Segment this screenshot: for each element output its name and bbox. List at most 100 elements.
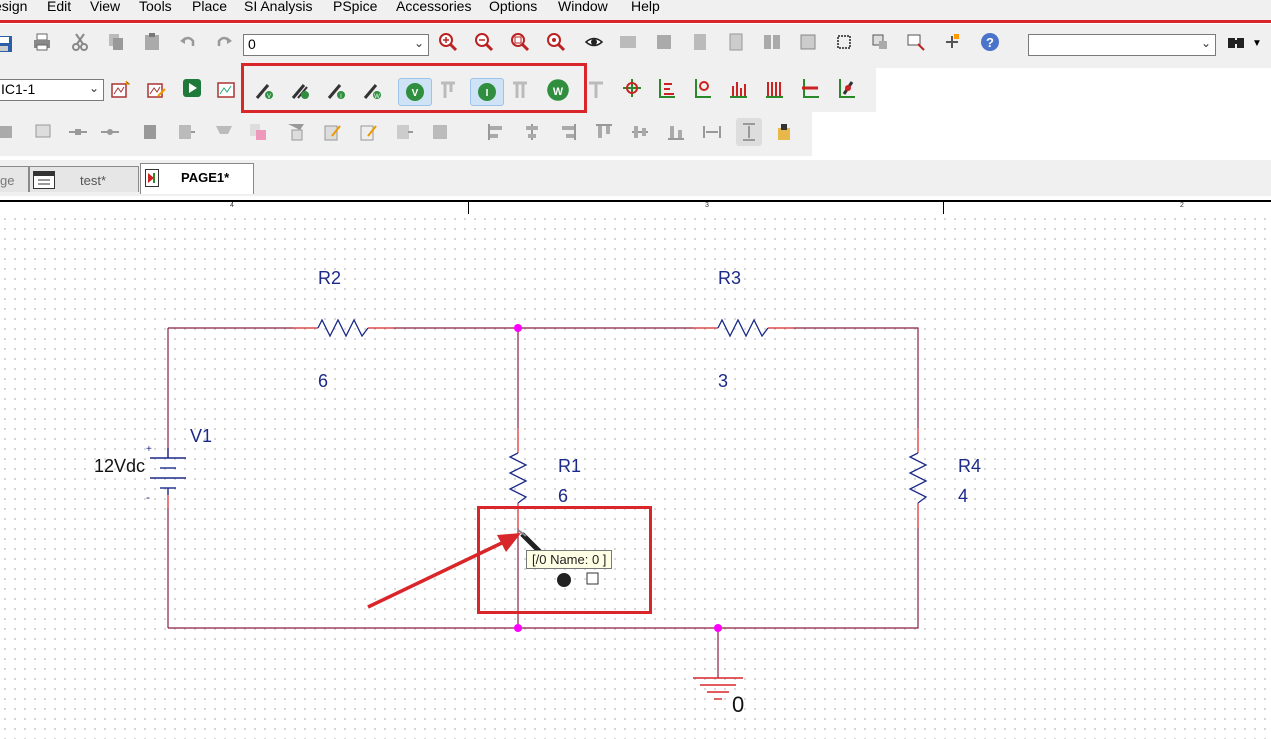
schematic-canvas[interactable]: R2 6 R3 3 R1 6 R4 4 V1 12Vdc + - 0 [/0 N… bbox=[0, 214, 1271, 739]
undo-icon[interactable] bbox=[178, 32, 198, 52]
print-icon[interactable] bbox=[32, 32, 52, 52]
marker-plot-icon-4[interactable] bbox=[728, 78, 748, 98]
menu-options[interactable]: Options bbox=[489, 0, 537, 14]
place-part-icon[interactable] bbox=[0, 122, 16, 142]
marker-plot-icon-1[interactable] bbox=[622, 78, 642, 98]
place-net-alias-icon[interactable] bbox=[100, 122, 120, 142]
zoom-area-icon[interactable] bbox=[510, 32, 530, 52]
resistor-r2-symbol[interactable] bbox=[317, 318, 369, 338]
ground-label[interactable]: 0 bbox=[732, 692, 744, 718]
tab-page1[interactable]: PAGE1* bbox=[140, 163, 254, 194]
menu-view[interactable]: View bbox=[90, 0, 120, 14]
align-left-icon[interactable] bbox=[486, 122, 506, 142]
component-value-r3[interactable]: 3 bbox=[718, 371, 728, 392]
distribute-horizontal-icon[interactable] bbox=[702, 122, 722, 142]
redo-icon[interactable] bbox=[214, 32, 234, 52]
cut-icon[interactable] bbox=[70, 32, 90, 52]
eye-icon[interactable] bbox=[584, 32, 604, 52]
part-icon[interactable] bbox=[618, 32, 638, 52]
svg-text:?: ? bbox=[986, 35, 994, 50]
align-middle-icon[interactable] bbox=[630, 122, 650, 142]
component-ref-r3[interactable]: R3 bbox=[718, 268, 741, 289]
component-value-r1[interactable]: 6 bbox=[558, 486, 568, 507]
marker-plot-icon-6[interactable] bbox=[800, 78, 820, 98]
toolbar-row-1: 0 ⌄ ? ⌄ ▼ bbox=[0, 24, 1271, 68]
resistor-r4-symbol[interactable] bbox=[908, 452, 928, 504]
place-power-icon[interactable] bbox=[140, 122, 160, 142]
probe-location-highlight bbox=[477, 506, 652, 614]
resistor-r1-symbol[interactable] bbox=[508, 452, 528, 504]
zoom-in-icon[interactable] bbox=[438, 32, 458, 52]
place-bus-icon[interactable] bbox=[34, 122, 54, 142]
menu-design[interactable]: esign bbox=[0, 0, 27, 14]
component-ref-v1[interactable]: V1 bbox=[190, 426, 212, 447]
bias-power-toggle-icon[interactable] bbox=[586, 80, 606, 100]
menu-pspice[interactable]: PSpice bbox=[333, 0, 377, 14]
align-center-icon[interactable] bbox=[522, 122, 542, 142]
marker-plot-icon-2[interactable] bbox=[656, 78, 676, 98]
component-value-r2[interactable]: 6 bbox=[318, 371, 328, 392]
report-icon[interactable] bbox=[798, 32, 818, 52]
align-top-icon[interactable] bbox=[594, 122, 614, 142]
marker-plot-icon-3[interactable] bbox=[692, 78, 712, 98]
binoculars-icon[interactable] bbox=[1226, 32, 1246, 52]
place-ground-icon[interactable] bbox=[176, 122, 196, 142]
place-off-page-icon[interactable] bbox=[286, 122, 306, 142]
menu-tools[interactable]: Tools bbox=[139, 0, 172, 14]
menu-edit[interactable]: Edit bbox=[47, 0, 71, 14]
place-no-connect-icon[interactable] bbox=[214, 122, 234, 142]
menu-help[interactable]: Help bbox=[631, 0, 660, 14]
align-right-icon[interactable] bbox=[558, 122, 578, 142]
place-rectangle-icon[interactable] bbox=[394, 122, 414, 142]
component-ref-r4[interactable]: R4 bbox=[958, 456, 981, 477]
component-ref-r1[interactable]: R1 bbox=[558, 456, 581, 477]
new-simulation-profile-icon[interactable] bbox=[110, 80, 130, 100]
component-ref-r2[interactable]: R2 bbox=[318, 268, 341, 289]
edit-simulation-profile-icon[interactable] bbox=[146, 80, 166, 100]
ruler-mark: 4 bbox=[230, 202, 234, 209]
netlist-icon[interactable] bbox=[762, 32, 782, 52]
junction-dot bbox=[514, 324, 522, 332]
drc-icon[interactable] bbox=[834, 32, 854, 52]
component-value-r4[interactable]: 4 bbox=[958, 486, 968, 507]
tab-design[interactable]: ge bbox=[0, 166, 29, 192]
place-ellipse-icon[interactable] bbox=[430, 122, 450, 142]
menu-si-analysis[interactable]: SI Analysis bbox=[244, 0, 312, 14]
hierarchy-icon[interactable] bbox=[942, 32, 962, 52]
paste-icon[interactable] bbox=[142, 32, 162, 52]
wire[interactable] bbox=[793, 327, 919, 428]
menu-accessories[interactable]: Accessories bbox=[396, 0, 471, 14]
document-icon[interactable] bbox=[726, 32, 746, 52]
copy-icon[interactable] bbox=[106, 32, 126, 52]
save-icon[interactable] bbox=[0, 34, 14, 54]
view-simulation-results-icon[interactable] bbox=[216, 80, 236, 100]
align-bottom-icon[interactable] bbox=[666, 122, 686, 142]
simulation-profile-select[interactable]: IC1-1 ⌄ bbox=[0, 79, 104, 101]
menu-window[interactable]: Window bbox=[558, 0, 608, 14]
menu-place[interactable]: Place bbox=[192, 0, 227, 14]
place-wire-icon[interactable] bbox=[68, 122, 88, 142]
cross-probe-icon[interactable] bbox=[906, 32, 926, 52]
place-line-icon[interactable] bbox=[358, 122, 378, 142]
search-combo[interactable]: ⌄ bbox=[1028, 34, 1216, 56]
run-icon[interactable] bbox=[182, 78, 202, 98]
page-icon[interactable] bbox=[690, 32, 710, 52]
part-editor-icon[interactable] bbox=[654, 32, 674, 52]
marker-plot-icon-7[interactable] bbox=[836, 78, 856, 98]
resistor-r3-symbol[interactable] bbox=[717, 318, 769, 338]
annotate-icon[interactable] bbox=[870, 32, 890, 52]
tag-icon[interactable] bbox=[774, 122, 794, 142]
zoom-out-icon[interactable] bbox=[474, 32, 494, 52]
help-icon[interactable]: ? bbox=[980, 32, 1000, 52]
zoom-select[interactable]: 0 ⌄ bbox=[243, 34, 429, 56]
battery-v1-symbol[interactable] bbox=[150, 448, 186, 495]
distribute-vertical-icon[interactable] bbox=[736, 118, 762, 146]
place-text-icon[interactable] bbox=[322, 122, 342, 142]
caret-down-icon[interactable]: ▼ bbox=[1252, 38, 1262, 49]
tab-test[interactable]: test* bbox=[29, 166, 139, 192]
place-port-icon[interactable] bbox=[248, 122, 268, 142]
zoom-all-icon[interactable] bbox=[546, 32, 566, 52]
marker-plot-icon-5[interactable] bbox=[764, 78, 784, 98]
component-value-v1[interactable]: 12Vdc bbox=[94, 456, 145, 477]
simulation-profile-value: IC1-1 bbox=[1, 81, 36, 97]
